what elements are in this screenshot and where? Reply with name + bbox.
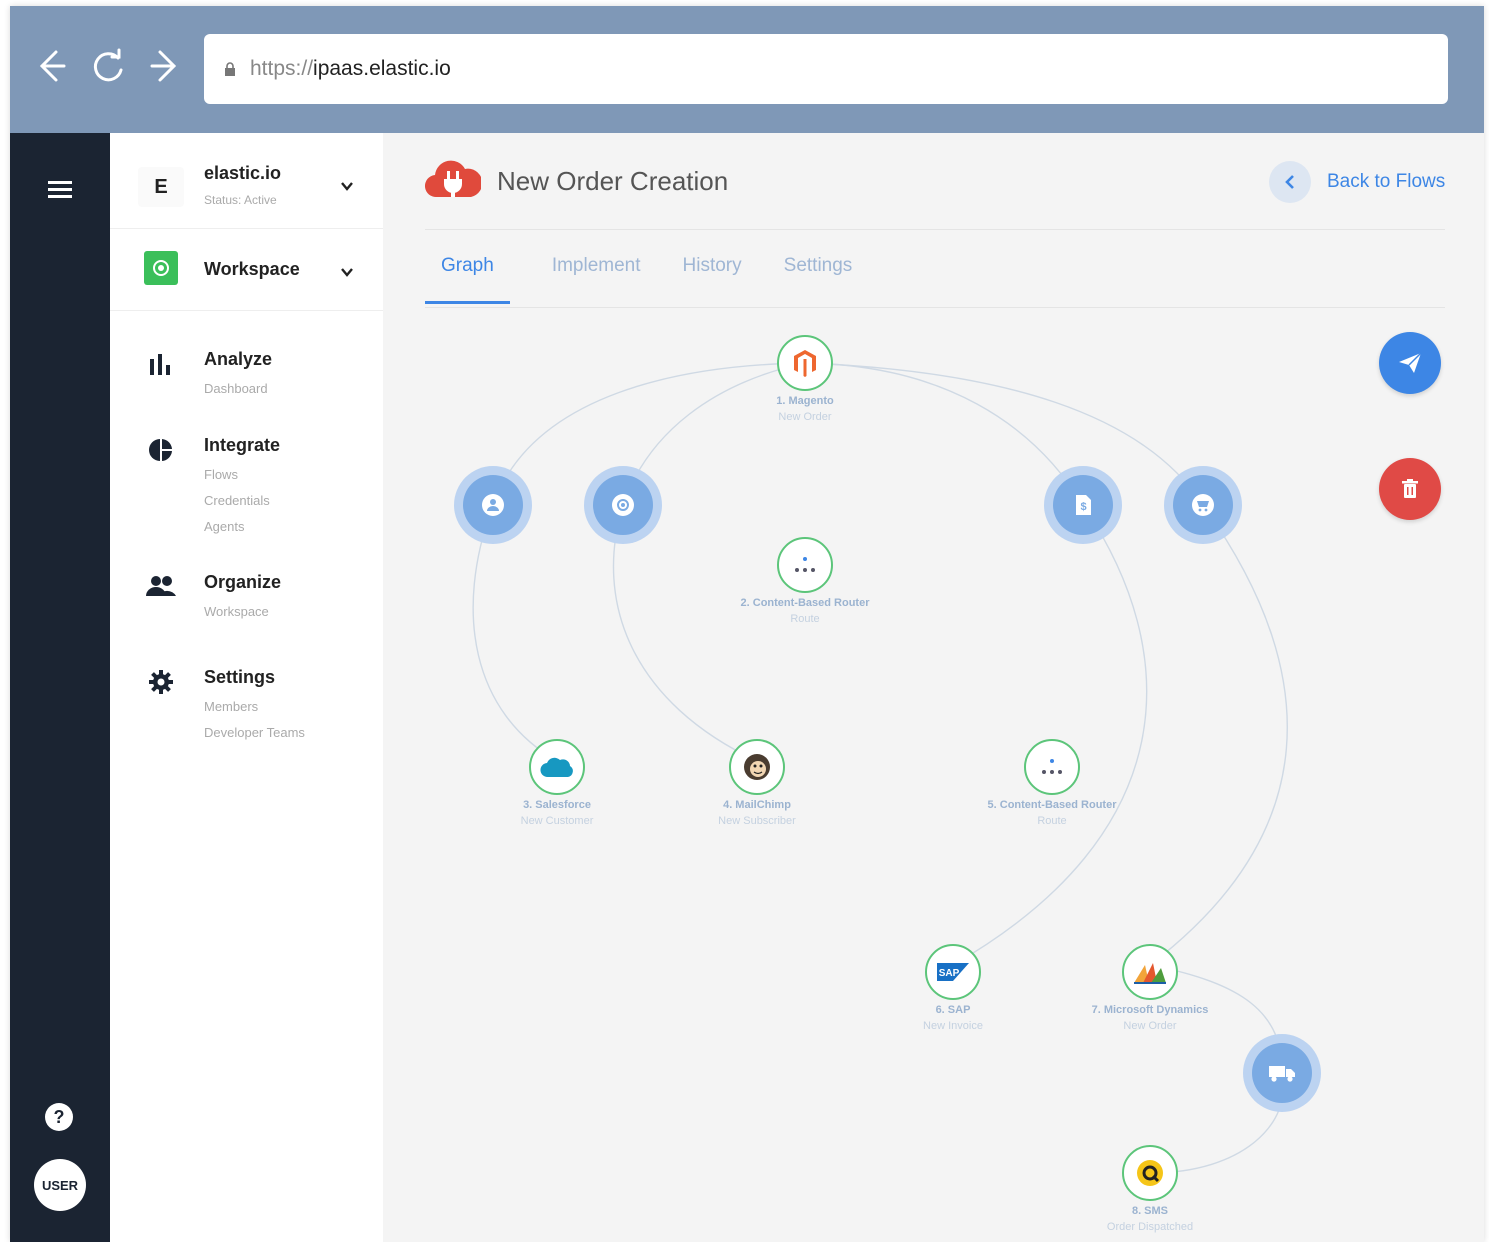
node-router-1-title: 2. Content-Based Router <box>740 597 870 609</box>
nav-developer-teams-link[interactable]: Developer Teams <box>204 725 305 740</box>
at-sign-icon <box>612 494 634 516</box>
node-router-2-title: 5. Content-Based Router <box>987 799 1117 811</box>
node-salesforce-title: 3. Salesforce <box>523 799 591 811</box>
node-magento-sub: New Order <box>778 411 832 423</box>
node-sap-title: 6. SAP <box>935 1004 971 1016</box>
org-switcher[interactable]: E elastic.io Status: Active <box>110 133 383 229</box>
nav-settings-title[interactable]: Settings <box>204 667 275 688</box>
nav-organize-title[interactable]: Organize <box>204 572 281 593</box>
email-trigger-bubble[interactable] <box>584 466 662 544</box>
left-rail: ? USER <box>10 133 110 1242</box>
tab-bar: Graph Implement History Settings <box>425 255 894 304</box>
publish-button[interactable] <box>1379 332 1441 394</box>
magento-logo-icon <box>794 350 816 377</box>
nav-credentials-link[interactable]: Credentials <box>204 493 270 508</box>
user-avatar[interactable]: USER <box>34 1159 86 1211</box>
chevron-down-icon[interactable] <box>340 179 354 193</box>
paper-plane-icon <box>1399 352 1422 373</box>
help-icon[interactable]: ? <box>45 1103 73 1131</box>
hamburger-menu-icon[interactable] <box>48 181 72 199</box>
node-magento[interactable] <box>777 335 833 391</box>
tab-history[interactable]: History <box>683 255 742 304</box>
trash-icon <box>1402 479 1418 498</box>
back-to-flows-label: Back to Flows <box>1327 171 1446 192</box>
nav-dashboard-link[interactable]: Dashboard <box>204 381 268 396</box>
cloud-plug-icon <box>425 160 481 198</box>
lock-icon <box>224 62 236 76</box>
node-microsoft-dynamics[interactable] <box>1122 944 1178 1000</box>
reload-icon[interactable] <box>86 44 130 88</box>
pie-chart-icon <box>146 435 176 465</box>
tab-graph[interactable]: Graph <box>425 255 510 304</box>
sidebar: E elastic.io Status: Active Workspace An… <box>110 133 383 1242</box>
tab-divider <box>425 307 1445 308</box>
address-bar[interactable]: https://ipaas.elastic.io <box>204 34 1448 104</box>
person-icon <box>482 494 504 516</box>
node-salesforce[interactable] <box>529 739 585 795</box>
header-divider <box>425 229 1445 230</box>
delete-button[interactable] <box>1379 458 1441 520</box>
nav-flows-link[interactable]: Flows <box>204 467 238 482</box>
back-to-flows-button[interactable]: Back to Flows <box>1269 161 1445 203</box>
dynamics-logo-icon <box>1134 963 1166 984</box>
node-mailchimp-title: 4. MailChimp <box>723 799 791 811</box>
router-icon <box>795 557 815 572</box>
nav-workspace-link[interactable]: Workspace <box>204 604 269 619</box>
flow-title: New Order Creation <box>497 166 729 196</box>
node-router-2-sub: Route <box>1037 815 1067 827</box>
org-status: Status: Active <box>204 193 277 207</box>
router-icon <box>1042 759 1062 774</box>
node-router-2[interactable] <box>1024 739 1080 795</box>
nav-members-link[interactable]: Members <box>204 699 258 714</box>
workspace-switcher[interactable]: Workspace <box>110 229 383 311</box>
node-mailchimp[interactable] <box>729 739 785 795</box>
sap-logo-icon: SAP <box>937 963 969 981</box>
main-content: New Order Creation Back to Flows Graph I… <box>383 133 1484 1242</box>
chevron-left-icon <box>1269 161 1311 203</box>
node-sms[interactable] <box>1122 1145 1178 1201</box>
browser-toolbar: https://ipaas.elastic.io <box>10 6 1484 133</box>
people-icon <box>146 572 176 602</box>
sms-logo-icon <box>1137 1160 1163 1186</box>
bar-chart-icon <box>146 349 176 379</box>
back-arrow-icon[interactable] <box>28 44 72 88</box>
tab-implement[interactable]: Implement <box>552 255 641 304</box>
svg-text:SAP: SAP <box>939 968 960 979</box>
node-magento-title: 1. Magento <box>776 395 834 407</box>
node-sms-sub: Order Dispatched <box>1106 1221 1194 1233</box>
delivery-trigger-bubble[interactable] <box>1243 1034 1321 1112</box>
forward-arrow-icon[interactable] <box>144 44 188 88</box>
node-microsoft-dynamics-title: 7. Microsoft Dynamics <box>1091 1004 1209 1016</box>
nav-integrate-title[interactable]: Integrate <box>204 435 280 456</box>
node-mailchimp-sub: New Subscriber <box>718 815 796 827</box>
url-host: ipaas.elastic.io <box>313 57 451 80</box>
url-scheme: https:// <box>250 57 314 80</box>
node-router-1[interactable] <box>777 537 833 593</box>
gear-icon <box>146 667 176 697</box>
chevron-down-icon[interactable] <box>340 265 354 279</box>
workspace-name: Workspace <box>204 259 300 279</box>
nav-analyze-title[interactable]: Analyze <box>204 349 272 370</box>
invoice-icon: $ <box>1076 495 1091 515</box>
nav-agents-link[interactable]: Agents <box>204 519 244 534</box>
svg-text:$: $ <box>1080 501 1086 513</box>
truck-icon <box>1269 1066 1295 1082</box>
org-logo: E <box>138 167 184 207</box>
workspace-icon <box>144 251 178 285</box>
shopping-cart-icon <box>1192 494 1214 516</box>
tab-settings[interactable]: Settings <box>784 255 853 304</box>
node-microsoft-dynamics-sub: New Order <box>1123 1020 1177 1032</box>
salesforce-logo-icon <box>540 757 573 778</box>
node-sap[interactable]: SAP <box>925 944 981 1000</box>
mailchimp-logo-icon <box>744 754 770 780</box>
node-sap-sub: New Invoice <box>923 1020 983 1032</box>
node-sms-title: 8. SMS <box>1131 1205 1169 1217</box>
node-salesforce-sub: New Customer <box>520 815 594 827</box>
customer-trigger-bubble[interactable] <box>454 466 532 544</box>
node-router-1-sub: Route <box>790 613 820 625</box>
browser-window: https://ipaas.elastic.io ? USER E elasti… <box>10 6 1484 1242</box>
cart-trigger-bubble[interactable] <box>1164 466 1242 544</box>
invoice-trigger-bubble[interactable]: $ <box>1044 466 1122 544</box>
org-name: elastic.io <box>204 163 282 183</box>
